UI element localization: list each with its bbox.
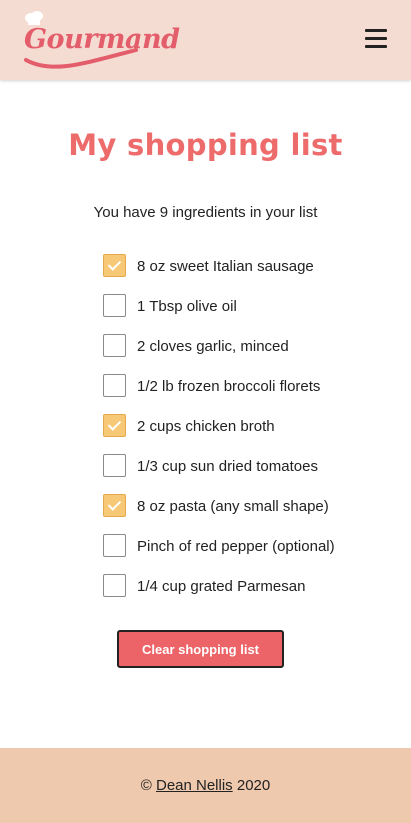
list-item[interactable]: 8 oz sweet Italian sausage — [103, 254, 335, 294]
checkbox-unchecked[interactable] — [103, 534, 126, 557]
checkbox-unchecked[interactable] — [103, 574, 126, 597]
clear-shopping-list-button[interactable]: Clear shopping list — [117, 630, 284, 668]
list-item[interactable]: 1 Tbsp olive oil — [103, 294, 335, 334]
shopping-list: 8 oz sweet Italian sausage 1 Tbsp olive o… — [103, 254, 335, 614]
list-item[interactable]: 1/2 lb frozen broccoli florets — [103, 374, 335, 414]
ingredient-label: 1/3 cup sun dried tomatoes — [137, 458, 318, 475]
checkbox-checked[interactable] — [103, 254, 126, 277]
ingredient-label: 1 Tbsp olive oil — [137, 298, 237, 315]
logo-swoosh — [24, 48, 138, 69]
author-link[interactable]: Dean Nellis — [156, 777, 233, 794]
copyright-symbol: © — [140, 777, 152, 794]
list-item[interactable]: 8 oz pasta (any small shape) — [103, 494, 335, 534]
list-item[interactable]: 2 cloves garlic, minced — [103, 334, 335, 374]
list-item[interactable]: Pinch of red pepper (optional) — [103, 534, 335, 574]
page-title: My shopping list — [68, 128, 343, 162]
ingredient-label: 2 cups chicken broth — [137, 418, 275, 435]
list-item[interactable]: 1/3 cup sun dried tomatoes — [103, 454, 335, 494]
copyright-year: 2020 — [236, 777, 271, 794]
checkbox-unchecked[interactable] — [103, 294, 126, 317]
gourmand-logo[interactable]: Gourmand — [22, 10, 180, 70]
checkbox-unchecked[interactable] — [103, 374, 126, 397]
checkbox-checked[interactable] — [103, 414, 126, 437]
ingredient-label: 8 oz pasta (any small shape) — [137, 498, 329, 515]
list-item[interactable]: 2 cups chicken broth — [103, 414, 335, 454]
checkbox-unchecked[interactable] — [103, 334, 126, 357]
ingredient-label: 1/2 lb frozen broccoli florets — [137, 378, 321, 395]
ingredient-label: 2 cloves garlic, minced — [137, 338, 289, 355]
site-header: Gourmand — [0, 0, 411, 80]
ingredient-label: 1/4 cup grated Parmesan — [137, 578, 306, 595]
checkbox-unchecked[interactable] — [103, 454, 126, 477]
site-footer: © Dean Nellis 2020 — [0, 748, 411, 823]
ingredient-count: You have 9 ingredients in your list — [93, 204, 318, 221]
checkbox-checked[interactable] — [103, 494, 126, 517]
ingredient-label: Pinch of red pepper (optional) — [137, 538, 335, 555]
ingredient-label: 8 oz sweet Italian sausage — [137, 258, 314, 275]
list-item[interactable]: 1/4 cup grated Parmesan — [103, 574, 335, 614]
hamburger-menu-icon[interactable] — [365, 29, 387, 49]
